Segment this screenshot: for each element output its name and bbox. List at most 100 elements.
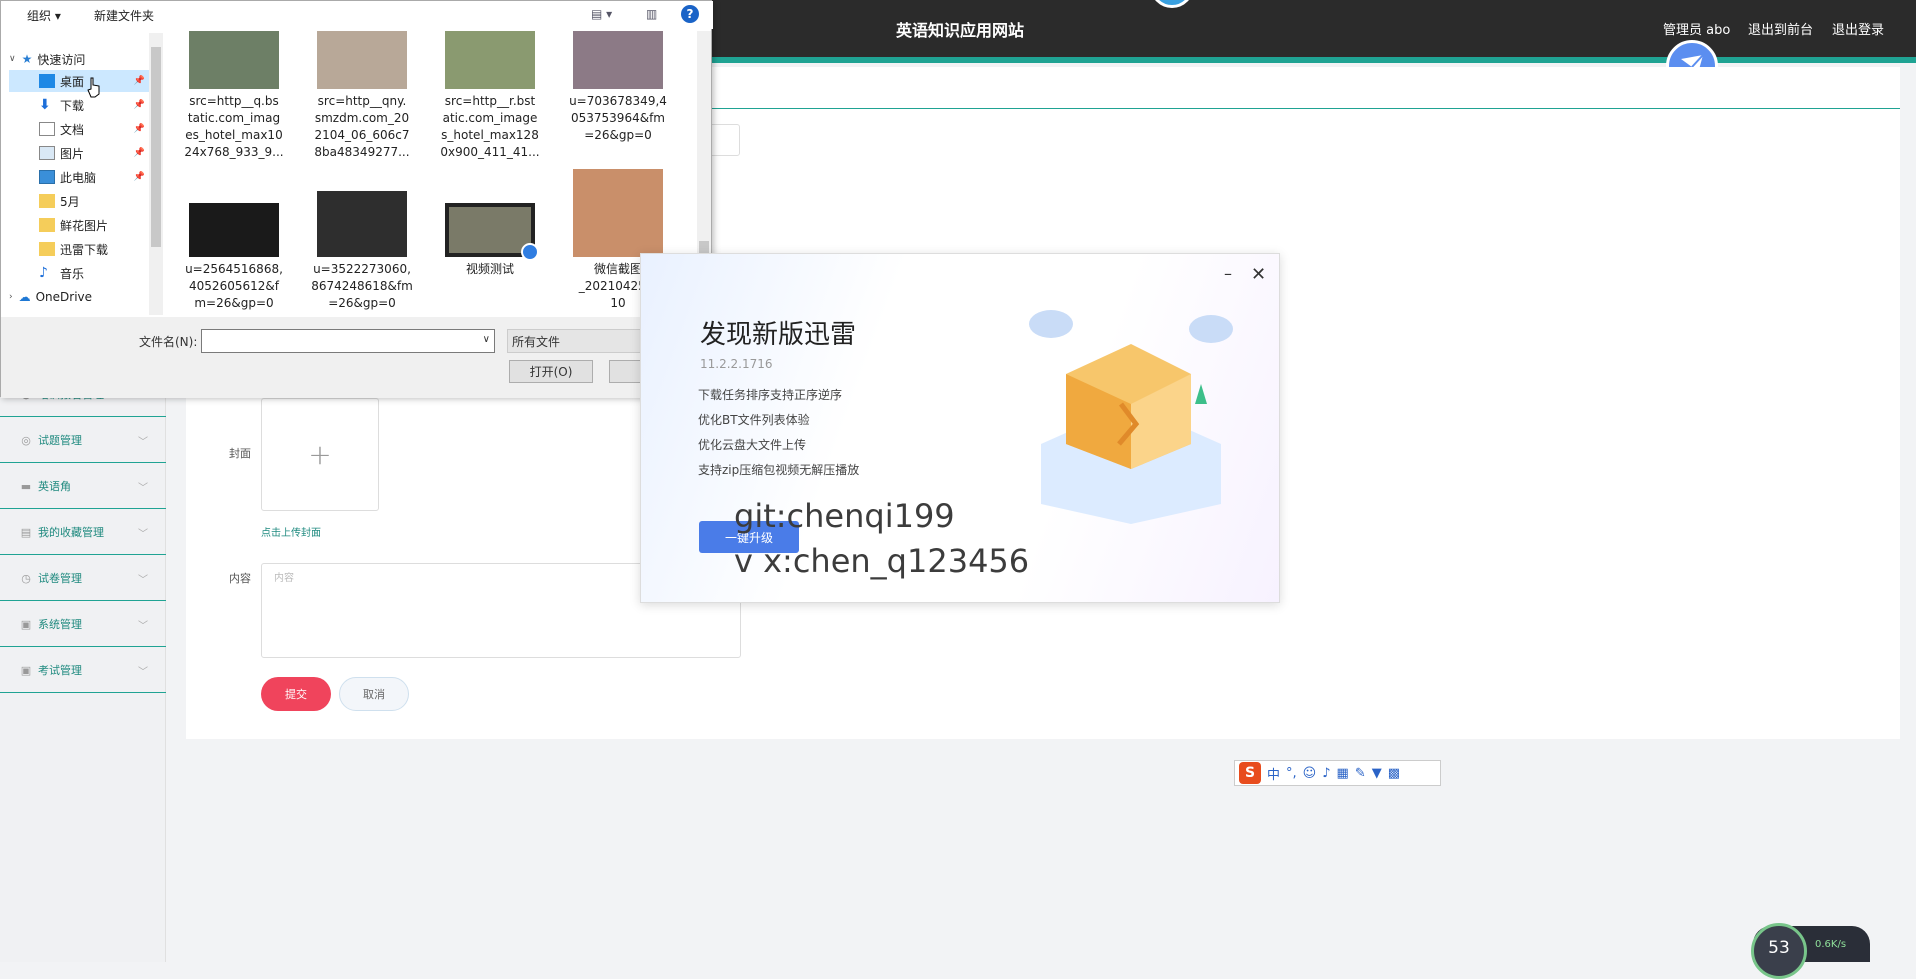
skin-icon[interactable]: ▼: [1372, 766, 1382, 781]
sidebar-item-label: 试卷管理: [38, 572, 82, 585]
file-item[interactable]: 视频测试: [435, 203, 545, 278]
view-icon[interactable]: ▤ ▾: [591, 7, 612, 21]
open-button[interactable]: 打开(O): [509, 360, 593, 383]
grid-icon[interactable]: ▩: [1388, 766, 1400, 781]
tree-item-desktop[interactable]: 桌面 📌: [9, 70, 149, 92]
sidebar-item-english-corner[interactable]: ▬ 英语角 ﹀: [0, 464, 166, 509]
tree-item-documents[interactable]: 文档 📌: [9, 118, 149, 140]
download-icon: ⬇: [39, 97, 51, 113]
content-label: 内容: [229, 572, 251, 585]
help-icon[interactable]: ?: [681, 5, 699, 23]
document-icon: [39, 122, 55, 136]
feature-item: 优化云盘大文件上传: [698, 438, 807, 452]
sogou-logo-icon[interactable]: S: [1239, 762, 1261, 784]
watermark-line-2: v x:chen_q123456: [734, 542, 1030, 580]
organize-button[interactable]: 组织 ▾: [27, 7, 61, 24]
xunlei-badge-icon: [521, 243, 539, 261]
tree-item-onedrive[interactable]: › ☁ OneDrive: [9, 286, 149, 308]
tree-item-label: 音乐: [60, 266, 85, 281]
tree-item-label: 图片: [60, 146, 85, 161]
file-name-line: src=http__qny.: [317, 94, 407, 108]
preview-pane-icon[interactable]: ▥: [646, 7, 657, 21]
back-front-link[interactable]: 退出到前台: [1748, 19, 1813, 38]
music-icon: ♪: [39, 265, 48, 281]
tool-icon[interactable]: ✎: [1355, 766, 1366, 781]
content-placeholder: 内容: [274, 573, 294, 584]
punctuation-icon[interactable]: °,: [1286, 766, 1297, 781]
pin-icon: 📌: [133, 148, 145, 158]
file-thumbnail: [445, 31, 535, 89]
file-item[interactable]: src=http__r.bst atic.com_image s_hotel_m…: [435, 31, 545, 161]
file-name-line: 24x768_933_9...: [184, 145, 284, 159]
tree-scrollbar[interactable]: [149, 33, 163, 315]
chevron-down-icon: ﹀: [138, 620, 148, 632]
tree-item-xunlei-downloads[interactable]: 迅雷下载: [9, 238, 149, 260]
cloud-icon: ☁: [18, 290, 31, 304]
file-thumbnail: [317, 31, 407, 89]
speed-percent: 53: [1751, 923, 1807, 979]
cancel-button[interactable]: 取消: [339, 677, 409, 711]
file-name-line: u=3522273060,: [313, 262, 411, 276]
sidebar-item-exams[interactable]: ▣ 考试管理 ﹀: [0, 648, 166, 693]
speed-rate: 0.6K/s: [1815, 938, 1847, 950]
video-thumbnail: [445, 203, 539, 261]
file-name-line: =26&gp=0: [328, 296, 396, 310]
sidebar-item-favorites[interactable]: ▤ 我的收藏管理 ﹀: [0, 510, 166, 555]
submit-button[interactable]: 提交: [261, 677, 331, 711]
file-item[interactable]: u=703678349,4 053753964&fm =26&gp=0: [563, 31, 673, 144]
tree-item-music[interactable]: ♪ 音乐: [9, 262, 149, 284]
filetype-select[interactable]: 所有文件: [507, 329, 647, 353]
file-name-line: s_hotel_max128: [441, 128, 539, 142]
cover-upload-box[interactable]: +: [261, 398, 379, 511]
logout-link[interactable]: 退出登录: [1832, 19, 1884, 38]
file-thumbnail: [573, 169, 663, 257]
tree-scrollbar-thumb[interactable]: [151, 47, 161, 247]
tree-item-pictures[interactable]: 图片 📌: [9, 142, 149, 164]
microphone-icon[interactable]: ♪: [1322, 766, 1330, 781]
tree-item-downloads[interactable]: ⬇ 下载 📌: [9, 94, 149, 116]
tree-item-label: 下载: [60, 98, 85, 113]
sidebar-item-system[interactable]: ▣ 系统管理 ﹀: [0, 602, 166, 647]
dialog-toolbar: 组织 ▾ 新建文件夹 ▤ ▾ ▥ ?: [1, 1, 713, 29]
chevron-down-icon: ﹀: [138, 528, 148, 540]
ime-toolbar: S 中 °, ☺ ♪ ▦ ✎ ▼ ▩: [1234, 760, 1441, 786]
plus-icon: +: [308, 438, 332, 471]
chevron-down-icon: ﹀: [138, 666, 148, 678]
tree-item-label: 文档: [60, 122, 85, 137]
tree-item-may[interactable]: 5月: [9, 190, 149, 212]
keyboard-icon[interactable]: ▦: [1337, 766, 1349, 781]
file-name-line: atic.com_image: [442, 111, 538, 125]
db-icon: ▤: [20, 525, 32, 539]
chevron-down-icon: ﹀: [138, 574, 148, 586]
sidebar-item-label: 系统管理: [38, 618, 82, 631]
pin-icon: 📌: [133, 100, 145, 110]
tree-item-quick-access[interactable]: ∨ ★ 快速访问: [9, 48, 149, 70]
sidebar-item-label: 考试管理: [38, 664, 82, 677]
feature-item: 优化BT文件列表体验: [698, 413, 810, 427]
picture-icon: [39, 146, 55, 160]
ime-mode[interactable]: 中: [1267, 764, 1280, 783]
chevron-down-icon[interactable]: ∨: [483, 334, 490, 345]
close-icon[interactable]: ✕: [1251, 264, 1266, 285]
file-thumbnail: [573, 31, 663, 89]
filename-input[interactable]: ∨: [201, 329, 495, 353]
file-item[interactable]: src=http__q.bs tatic.com_imag es_hotel_m…: [179, 31, 289, 161]
chevron-down-icon: ﹀: [138, 436, 148, 448]
file-item[interactable]: u=2564516868, 4052605612&f m=26&gp=0: [179, 203, 289, 312]
sidebar-item-papers[interactable]: ◷ 试卷管理 ﹀: [0, 556, 166, 601]
new-folder-button[interactable]: 新建文件夹: [94, 7, 154, 24]
popup-title: 发现新版迅雷: [700, 320, 857, 350]
tree-item-this-pc[interactable]: 此电脑 📌: [9, 166, 149, 188]
speed-widget[interactable]: 53 0.6K/s: [1751, 923, 1870, 979]
minimize-icon[interactable]: –: [1224, 264, 1232, 283]
emoji-icon[interactable]: ☺: [1303, 766, 1317, 781]
file-item[interactable]: src=http__qny. smzdm.com_20 2104_06_606c…: [307, 31, 417, 161]
chevron-right-icon: ›: [9, 292, 13, 302]
file-item[interactable]: u=3522273060, 8674248618&fm =26&gp=0: [307, 191, 417, 312]
circle-icon: ◎: [21, 433, 31, 447]
file-name-line: smzdm.com_20: [314, 111, 410, 125]
sidebar-item-label: 英语角: [38, 480, 71, 493]
sidebar-item-questions[interactable]: ◎ 试题管理 ﹀: [0, 418, 166, 463]
file-thumbnail: [317, 191, 407, 257]
tree-item-flower-pictures[interactable]: 鲜花图片: [9, 214, 149, 236]
